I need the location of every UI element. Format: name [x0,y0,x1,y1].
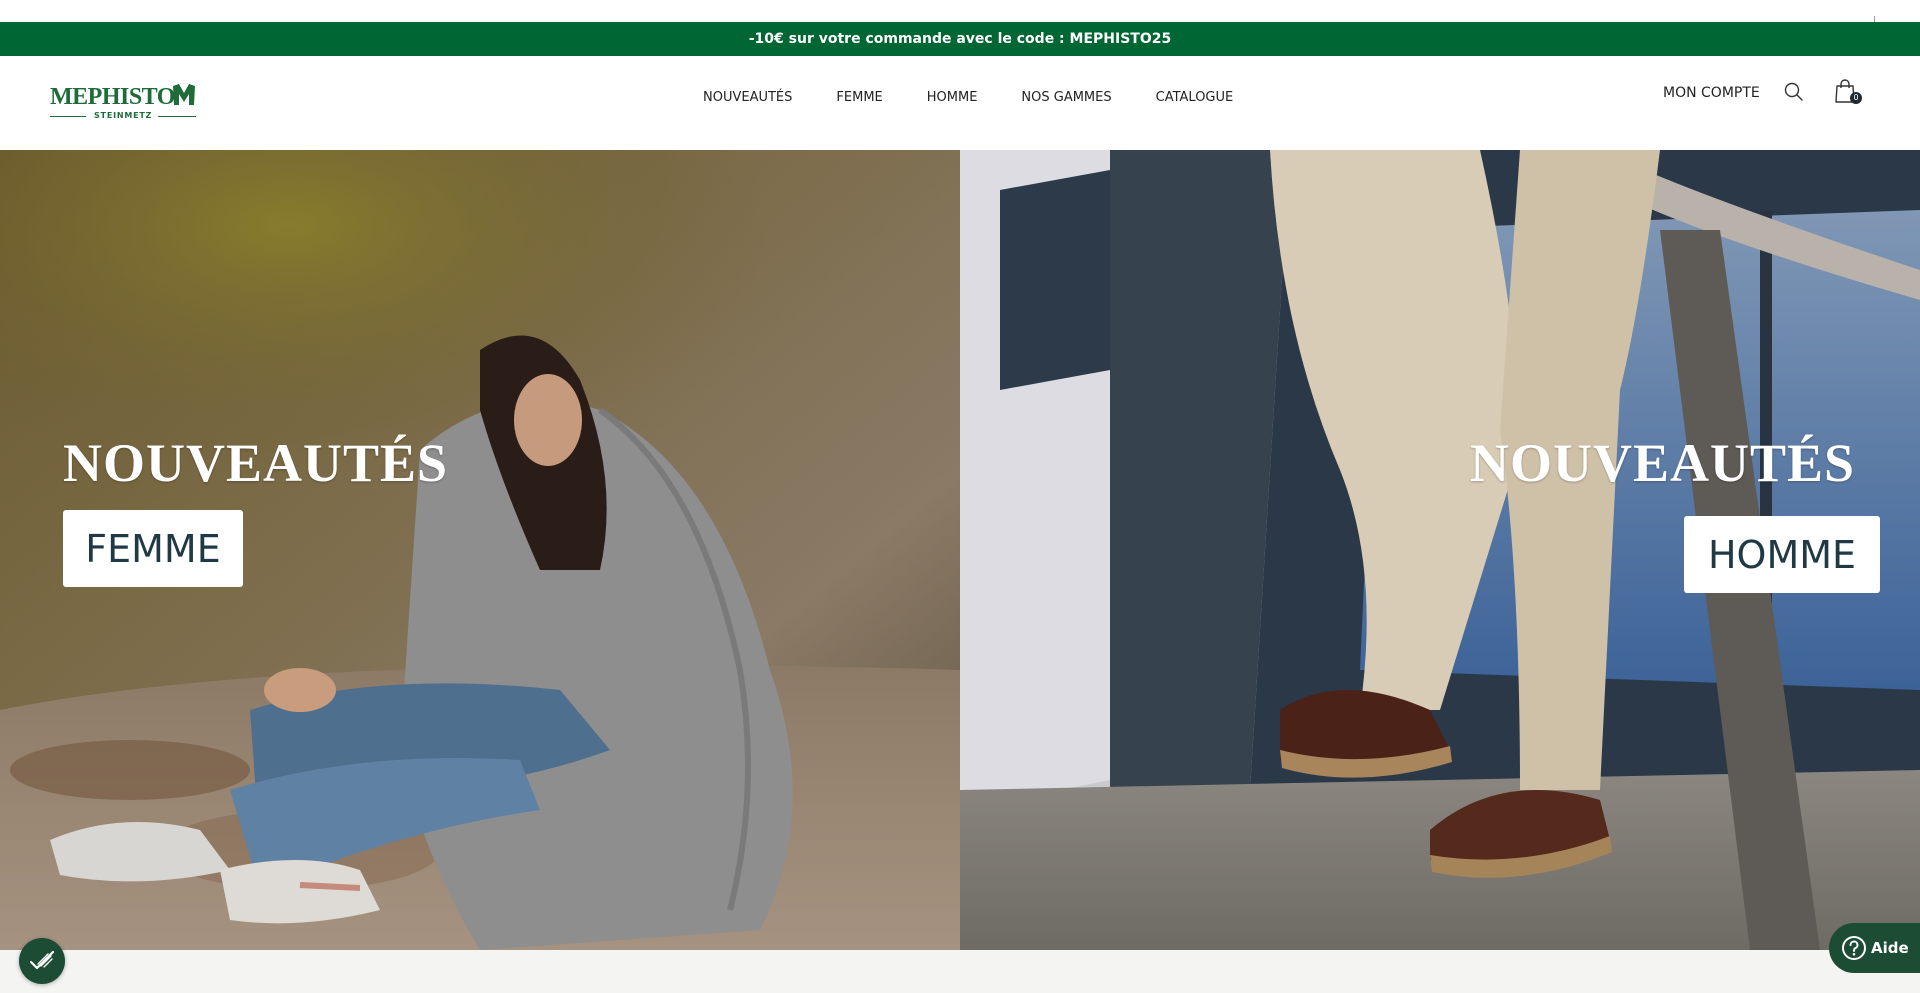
brand-logo[interactable]: MEPHISTO STEINMETZ [50,82,196,124]
nav-item-nouveautes[interactable]: NOUVEAUTÉS [703,90,792,105]
brand-name: MEPHISTO [50,84,175,110]
hero-title-homme: NOUVEAUTÉS [1470,433,1856,493]
mephisto-m-icon [173,84,195,105]
promo-banner: -10€ sur votre commande avec le code : M… [0,22,1920,56]
brand-sub: STEINMETZ [94,111,153,120]
hero-title-femme: NOUVEAUTÉS [63,433,449,493]
help-button[interactable]: Aide [1829,923,1920,973]
help-label: Aide [1871,939,1909,957]
page-continuation [0,950,1920,993]
top-strip [0,0,1920,25]
shop-homme-button[interactable]: HOMME [1684,516,1880,593]
nav-item-femme[interactable]: FEMME [836,90,882,105]
hero-banner: NOUVEAUTÉS FEMME NOUVEAUTÉS HOMME [0,150,1920,950]
cart-button[interactable]: 0 [1834,78,1862,106]
nav-item-homme[interactable]: HOMME [927,90,978,105]
main-nav: NOUVEAUTÉS FEMME HOMME NOS GAMMES CATALO… [703,90,1233,105]
promo-text: -10€ sur votre commande avec le code : M… [748,31,1172,47]
shop-femme-button[interactable]: FEMME [63,510,243,587]
language-menu-icon[interactable] [1850,6,1876,25]
nav-item-catalogue[interactable]: CATALOGUE [1156,90,1234,105]
site-header: MEPHISTO STEINMETZ NOUVEAUTÉS FEMME HOMM… [0,56,1920,150]
question-circle-icon [1842,936,1866,960]
cart-count-badge: 0 [1850,92,1862,104]
account-link[interactable]: MON COMPTE [1663,85,1760,101]
nav-item-nos-gammes[interactable]: NOS GAMMES [1021,90,1111,105]
accessibility-button[interactable] [19,938,65,984]
accessibility-icon [29,950,55,970]
hero-panel-homme[interactable]: NOUVEAUTÉS HOMME [960,150,1920,950]
search-icon [1784,82,1803,101]
search-button[interactable] [1783,81,1805,103]
hero-panel-femme[interactable]: NOUVEAUTÉS FEMME [0,150,960,950]
